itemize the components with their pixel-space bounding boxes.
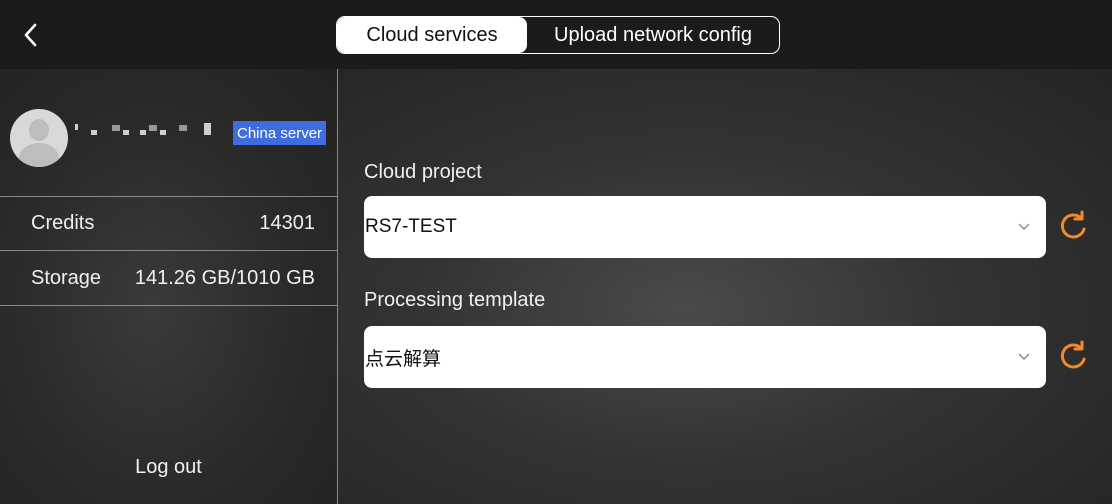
tab-switcher: Cloud services Upload network config xyxy=(336,16,780,54)
refresh-icon[interactable] xyxy=(1056,339,1090,373)
chevron-left-icon xyxy=(24,23,37,47)
processing-template-value: 点云解算 xyxy=(365,348,442,370)
credits-row: Credits 14301 xyxy=(0,196,337,250)
tab-cloud-services[interactable]: Cloud services xyxy=(337,17,527,53)
chevron-down-icon xyxy=(1016,219,1032,235)
avatar xyxy=(10,109,68,167)
main-panel: Cloud project RS7-TEST Processing templa… xyxy=(338,69,1112,504)
logout-button[interactable]: Log out xyxy=(0,456,337,479)
cloud-project-label: Cloud project xyxy=(364,161,482,183)
tab-upload-network-config[interactable]: Upload network config xyxy=(527,17,779,53)
cloud-project-value: RS7-TEST xyxy=(365,216,457,237)
credits-value: 14301 xyxy=(259,212,315,234)
username-redacted xyxy=(75,119,211,139)
chevron-down-icon xyxy=(1016,349,1032,365)
processing-template-select[interactable]: 点云解算 xyxy=(364,326,1046,388)
processing-template-label: Processing template xyxy=(364,289,546,311)
storage-value: 141.26 GB/1010 GB xyxy=(134,266,315,289)
storage-row: Storage 141.26 GB/1010 GB xyxy=(0,250,337,306)
back-button[interactable] xyxy=(14,18,48,52)
storage-label: Storage xyxy=(31,266,102,289)
top-bar: Cloud services Upload network config xyxy=(0,0,1112,69)
user-profile: China server xyxy=(0,69,337,196)
credits-label: Credits xyxy=(31,212,95,234)
cloud-project-select[interactable]: RS7-TEST xyxy=(364,196,1046,258)
sidebar: China server Credits 14301 Storage 141.2… xyxy=(0,69,338,504)
server-badge: China server xyxy=(233,121,327,145)
refresh-icon[interactable] xyxy=(1056,209,1090,243)
